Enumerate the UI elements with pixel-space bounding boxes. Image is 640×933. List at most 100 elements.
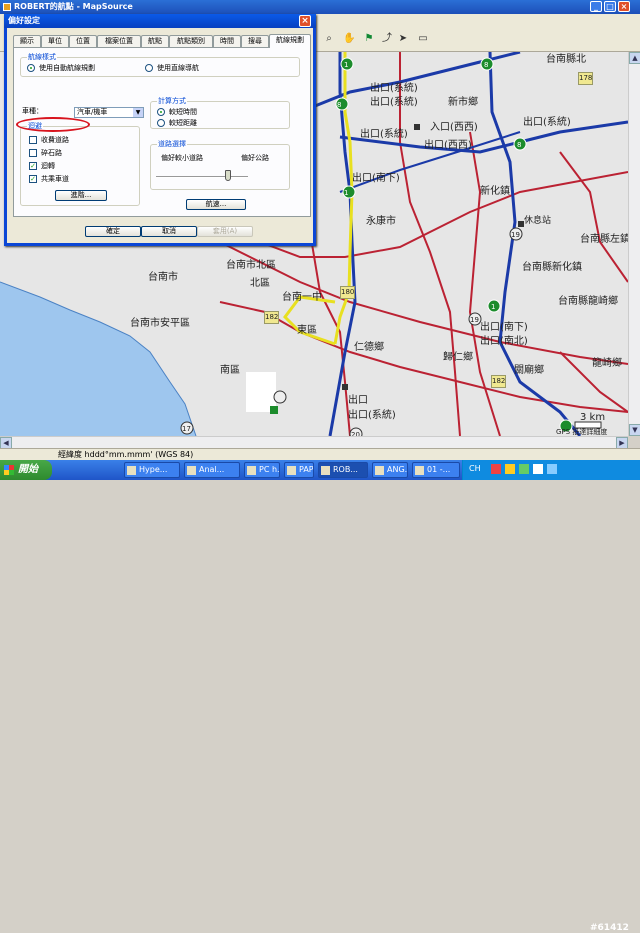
map-label-east: 東區 [297, 325, 317, 336]
task-item[interactable]: PC h... [244, 462, 280, 478]
waypoint-flag-icon[interactable]: ⚑ [362, 32, 376, 46]
junction-marker-1 [414, 124, 420, 130]
language-indicator[interactable]: CH [469, 464, 485, 474]
horizontal-scrollbar[interactable]: ◀ ▶ [0, 436, 628, 449]
tab-waypoint-categories[interactable]: 航點類別 [169, 35, 213, 47]
tab-waypoints[interactable]: 航點 [141, 35, 169, 47]
advanced-button[interactable]: 進階... [55, 190, 107, 201]
route-tool-icon[interactable]: ⤴ [380, 32, 394, 46]
map-label-exit-nanbei: 出口(南北) [480, 336, 528, 347]
task-item[interactable]: 01 -... [412, 462, 460, 478]
shield-1d: 1 [491, 303, 496, 311]
radio-short-distance[interactable] [157, 119, 165, 127]
apply-button[interactable]: 套用(A) [197, 226, 253, 237]
coord-format-text: 經緯度 hddd°mm.mmm' (WGS 84) [58, 450, 194, 459]
map-label-xinshi: 新市鄉 [448, 97, 478, 108]
start-button[interactable]: 開始 [0, 460, 52, 480]
label-highways: 偏好公路 [241, 154, 269, 162]
task-icon [187, 466, 196, 475]
map-label-entry-xixi: 入口(西西) [430, 122, 478, 133]
map-label-exit-1: 出口 [348, 395, 368, 406]
tray-network-icon[interactable] [505, 464, 515, 474]
map-label-exit-sys3: 出口(系統) [523, 117, 571, 128]
map-label-east-dist: 台南一中 [282, 292, 322, 303]
radio-short-time[interactable] [157, 108, 165, 116]
vehicle-select[interactable]: 汽車/機車 ▼ [74, 107, 144, 118]
label-auto-route: 使用自動航線規劃 [39, 64, 95, 72]
system-tray: CH [462, 460, 640, 480]
zoom-icon[interactable]: ⌕ [322, 32, 336, 46]
task-item[interactable]: Hype... [124, 462, 180, 478]
tray-app-icon[interactable] [491, 464, 501, 474]
calc-method-group: 計算方式 較短時間 較短距離 [150, 96, 290, 129]
checkbox-uturn[interactable]: ✓ [29, 162, 37, 170]
calc-method-legend: 計算方式 [157, 96, 187, 106]
tab-units[interactable]: 單位 [41, 35, 69, 47]
tab-position[interactable]: 位置 [69, 35, 97, 47]
label-short-time: 較短時間 [169, 108, 197, 116]
task-icon [247, 466, 256, 475]
task-item[interactable]: ANG... [372, 462, 408, 478]
ok-button[interactable]: 確定 [85, 226, 141, 237]
distance-tool-icon[interactable]: ▭ [416, 32, 430, 46]
maximize-button[interactable]: □ [604, 1, 616, 12]
radio-auto-route[interactable] [27, 64, 35, 72]
route-speed-button[interactable]: 航速... [186, 199, 246, 210]
radio-direct-route[interactable] [145, 64, 153, 72]
vertical-scrollbar[interactable]: ▲ ▼ [628, 52, 640, 436]
scroll-up-icon[interactable]: ▲ [629, 52, 640, 64]
shield-182b: 182 [491, 375, 507, 388]
task-item-active[interactable]: ROB... [318, 462, 368, 478]
shield-1: 1 [344, 189, 349, 197]
task-label: ROB... [333, 465, 358, 474]
tray-security-icon[interactable] [533, 464, 543, 474]
map-label-scale: 3 km [580, 412, 606, 423]
map-label-longqi: 台南縣龍崎鄉 [558, 296, 618, 307]
map-label-exit-2: 出口(系統) [348, 410, 396, 421]
dialog-close-button[interactable]: × [299, 15, 311, 27]
cancel-button[interactable]: 取消 [141, 226, 197, 237]
dialog-title: 偏好設定 [8, 16, 40, 25]
status-bar: 經緯度 hddd°mm.mmm' (WGS 84) [0, 448, 640, 460]
start-label: 開始 [18, 464, 38, 475]
tray-update-icon[interactable] [547, 464, 557, 474]
map-label-exit-nanxia: 出口(南下) [352, 173, 400, 184]
checkbox-toll-road[interactable] [29, 136, 37, 144]
checkbox-gravel[interactable] [29, 149, 37, 157]
map-label-guiren: 歸仁鄉 [443, 352, 473, 363]
road-preference-slider[interactable] [156, 170, 248, 184]
map-label-north-dist: 台南市北區 [226, 260, 276, 271]
map-label-xinhua-county: 台南縣新化鎮 [522, 262, 582, 273]
label-smaller-roads: 偏好較小道路 [161, 154, 203, 162]
shield-8b: 8 [484, 61, 489, 69]
close-window-button[interactable]: × [618, 1, 630, 12]
map-label-xinhua: 新化鎮 [480, 186, 510, 197]
tray-volume-icon[interactable] [519, 464, 529, 474]
watermark-text: #61412 [590, 923, 629, 933]
task-icon [127, 466, 136, 475]
tab-routing[interactable]: 航線規劃 [269, 34, 311, 48]
vehicle-label: 車種： [22, 107, 43, 115]
hand-pan-icon[interactable]: ✋ [342, 32, 356, 46]
tab-strip: 顯示 單位 位置 檔案位置 航點 航點類別 時間 搜尋 航線規劃 [13, 34, 311, 48]
map-label-south: 南區 [220, 365, 240, 376]
route-method-legend: 航線樣式 [27, 52, 57, 62]
map-label-gps: GPS 抵達詳細度 [556, 428, 608, 436]
task-icon [321, 466, 330, 475]
slider-thumb[interactable] [225, 170, 231, 181]
checkbox-carpool[interactable]: ✓ [29, 175, 37, 183]
select-arrow-icon[interactable]: ➤ [396, 32, 410, 46]
task-item[interactable]: Anal... [184, 462, 240, 478]
tab-display[interactable]: 顯示 [13, 35, 41, 47]
tab-search[interactable]: 搜尋 [241, 35, 269, 47]
task-item[interactable]: PAP... [284, 462, 314, 478]
tab-time[interactable]: 時間 [213, 35, 241, 47]
routing-tab-panel: 航線樣式 使用自動航線規劃 使用直線導航 車種： 汽車/機車 ▼ 計算方式 較短… [13, 47, 311, 217]
scroll-down-icon[interactable]: ▼ [629, 424, 640, 436]
tab-file-location[interactable]: 檔案位置 [97, 35, 141, 47]
map-label-exit-sys4: 出口(系統) [360, 129, 408, 140]
minimize-button[interactable]: _ [590, 1, 602, 12]
task-icon [287, 466, 296, 475]
map-label-rende: 仁德鄉 [354, 342, 384, 353]
shield-8: 8 [337, 101, 342, 109]
